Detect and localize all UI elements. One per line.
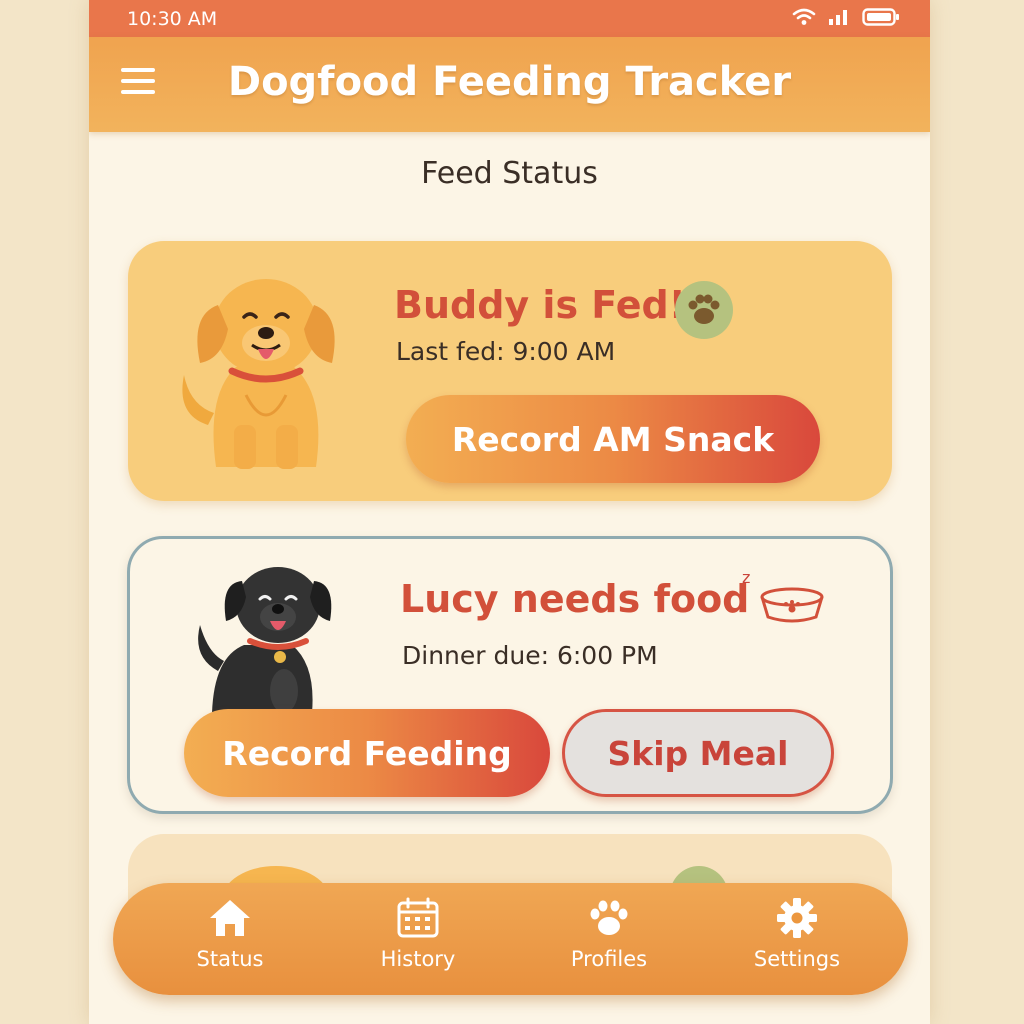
last-fed-text: Last fed: 9:00 AM — [396, 337, 616, 366]
wifi-icon — [792, 8, 816, 25]
record-feeding-button[interactable]: Record Feeding — [184, 709, 550, 797]
nav-item-history[interactable]: History — [348, 897, 488, 971]
nav-item-settings[interactable]: Settings — [727, 897, 867, 971]
status-bar: 10:30 AM — [89, 0, 930, 37]
golden-dog-illustration — [182, 279, 335, 469]
phone-screen: 10:30 AM Dogfood Feeding Tracker Feed St… — [89, 0, 930, 1024]
dog-card-buddy: Buddy is Fed! Last fed: 9:00 AM Record A… — [128, 241, 892, 501]
signal-icon — [829, 10, 847, 25]
paw-icon — [590, 900, 628, 935]
empty-bowl-icon: z — [742, 568, 824, 623]
battery-icon — [862, 8, 899, 26]
home-icon — [210, 900, 250, 936]
dinner-due-text: Dinner due: 6:00 PM — [402, 641, 658, 670]
dog-card-lucy: Lucy needs food z Dinner due: 6:00 PM Re… — [127, 536, 893, 814]
bottom-nav: Status History Profiles Settings — [113, 883, 908, 995]
card-heading: Buddy is Fed! — [394, 283, 687, 327]
nav-item-status[interactable]: Status — [160, 897, 300, 971]
record-am-snack-button[interactable]: Record AM Snack — [406, 395, 820, 483]
nav-label: History — [380, 947, 456, 971]
nav-item-profiles[interactable]: Profiles — [539, 897, 679, 971]
svg-text:z: z — [742, 568, 750, 587]
app-bar: Dogfood Feeding Tracker — [89, 37, 930, 132]
black-dog-illustration — [198, 567, 332, 713]
gear-icon — [777, 898, 817, 938]
app-title: Dogfood Feeding Tracker — [227, 59, 792, 105]
nav-label: Status — [196, 947, 264, 971]
nav-label: Profiles — [570, 947, 648, 971]
calendar-icon — [397, 897, 439, 938]
card-heading: Lucy needs food — [400, 577, 750, 621]
status-icons — [792, 8, 900, 26]
section-title: Feed Status — [421, 156, 598, 191]
skip-meal-button[interactable]: Skip Meal — [562, 709, 834, 797]
nav-label: Settings — [753, 947, 841, 971]
paw-icon — [675, 281, 733, 339]
status-time: 10:30 AM — [127, 8, 218, 30]
